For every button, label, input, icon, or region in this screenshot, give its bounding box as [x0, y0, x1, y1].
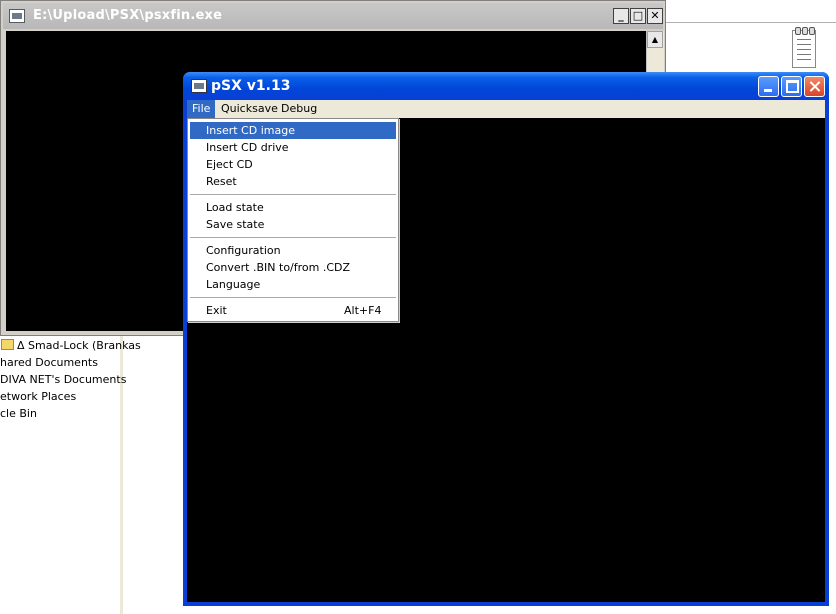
psx-window-title: pSX v1.13 [211, 78, 291, 94]
menu-quicksave[interactable]: Quicksave [216, 100, 283, 118]
console-maximize-button[interactable]: □ [630, 8, 646, 24]
notepad-ring-icon [809, 27, 815, 35]
menu-item-configuration[interactable]: Configuration [190, 242, 396, 259]
explorer-toolbar [666, 0, 836, 23]
scroll-up-arrow-icon[interactable]: ▲ [647, 31, 663, 48]
menu-item-label: Insert CD drive [206, 141, 289, 154]
menu-item-label: Convert .BIN to/from .CDZ [206, 261, 351, 274]
menu-item-label: Reset [206, 175, 237, 188]
psx-minimize-button[interactable] [758, 76, 779, 97]
notepad-line [797, 59, 811, 60]
tree-item-user-documents[interactable]: DIVA NET's Documents [0, 372, 126, 388]
notepad-line [797, 44, 811, 45]
folder-icon [1, 339, 14, 350]
console-close-button[interactable]: ✕ [647, 8, 663, 24]
tree-item-network-places[interactable]: etwork Places [0, 389, 76, 405]
menu-debug[interactable]: Debug [276, 100, 322, 118]
notepad-line [797, 49, 811, 50]
menu-item-label: Eject CD [206, 158, 253, 171]
notepad-ring-icon [802, 27, 808, 35]
menu-file[interactable]: File [187, 100, 216, 118]
menu-item-label: Save state [206, 218, 265, 231]
notepad-file-icon[interactable] [792, 27, 816, 68]
psx-title-bar[interactable]: pSX v1.13 [183, 72, 829, 100]
tree-item-recycle-bin[interactable]: cle Bin [0, 406, 37, 422]
tree-item-label: Δ Smad-Lock (Brankas [17, 339, 141, 352]
menu-item-load-state[interactable]: Load state [190, 199, 396, 216]
explorer-folder-tree: Δ Smad-Lock (Brankas hared Documents DIV… [0, 336, 141, 614]
tree-item-smad-lock[interactable]: Δ Smad-Lock (Brankas [0, 338, 141, 354]
menu-separator [190, 237, 396, 239]
menu-item-insert-cd-image[interactable]: Insert CD image [190, 122, 396, 139]
tree-item-label: hared Documents [0, 356, 98, 369]
menu-item-shortcut: Alt+F4 [344, 304, 382, 317]
psx-close-button[interactable] [804, 76, 825, 97]
menu-item-label: Language [206, 278, 261, 291]
console-title: E:\Upload\PSX\psxfin.exe [33, 8, 223, 23]
menu-item-language[interactable]: Language [190, 276, 396, 293]
psx-menu-bar: File Quicksave Debug [187, 100, 825, 118]
psx-maximize-button[interactable] [781, 76, 802, 97]
console-window-icon [9, 9, 25, 23]
menu-item-label: Exit [206, 304, 227, 317]
tree-item-label: etwork Places [0, 390, 77, 403]
menu-item-label: Configuration [206, 244, 281, 257]
file-dropdown-menu: Insert CD image Insert CD drive Eject CD… [187, 118, 399, 322]
notepad-line [797, 39, 811, 40]
menu-separator [190, 297, 396, 299]
console-title-bar[interactable]: E:\Upload\PSX\psxfin.exe _ □ ✕ [3, 3, 663, 29]
menu-item-label: Insert CD image [206, 124, 295, 137]
menu-item-insert-cd-drive[interactable]: Insert CD drive [190, 139, 396, 156]
menu-item-label: Load state [206, 201, 264, 214]
menu-item-eject-cd[interactable]: Eject CD [190, 156, 396, 173]
menu-separator [190, 194, 396, 196]
tree-item-shared-documents[interactable]: hared Documents [0, 355, 98, 371]
tree-item-label: cle Bin [0, 407, 37, 420]
menu-item-convert-bin-cdz[interactable]: Convert .BIN to/from .CDZ [190, 259, 396, 276]
tree-item-label: DIVA NET's Documents [0, 373, 127, 386]
menu-item-reset[interactable]: Reset [190, 173, 396, 190]
psx-app-icon[interactable] [191, 79, 207, 93]
notepad-ring-icon [795, 27, 801, 35]
console-minimize-button[interactable]: _ [613, 8, 629, 24]
notepad-line [797, 54, 811, 55]
menu-item-exit[interactable]: Exit Alt+F4 [190, 302, 396, 319]
menu-item-save-state[interactable]: Save state [190, 216, 396, 233]
